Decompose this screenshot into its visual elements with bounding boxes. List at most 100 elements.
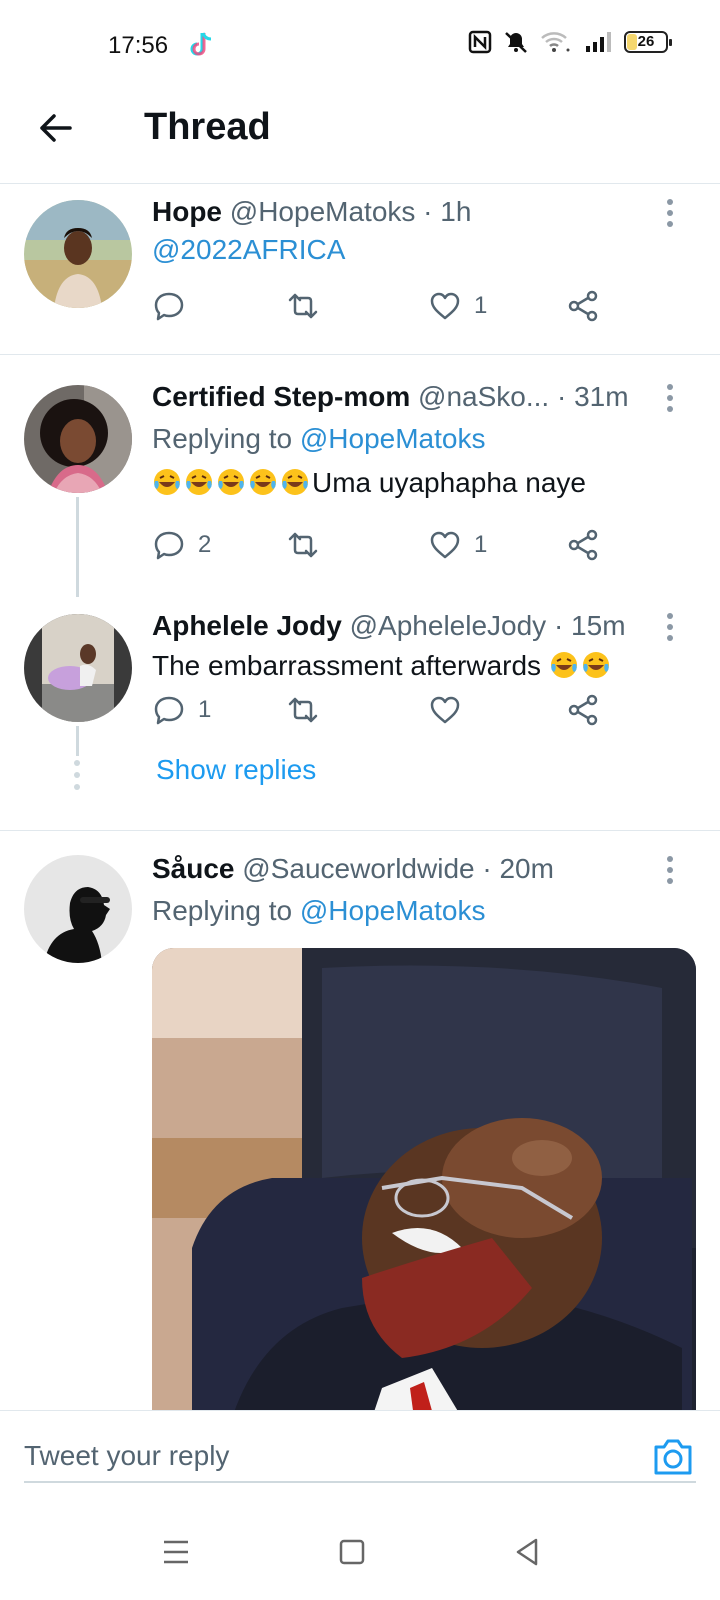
laughing-emoji-icon [550, 652, 577, 678]
share-icon [568, 694, 598, 726]
page-title: Thread [144, 106, 271, 148]
home-icon[interactable] [332, 1532, 372, 1572]
tweet-certified-step-mom[interactable]: Certified Step-mom @naSko... · 31m Reply… [0, 355, 720, 597]
retweet-icon [288, 697, 318, 723]
share-button[interactable] [566, 690, 600, 730]
tweet-header: Certified Step-mom @naSko... · 31m [152, 381, 650, 413]
mention-link[interactable]: @2022AFRICA [152, 234, 345, 266]
more-options-icon[interactable] [666, 383, 674, 413]
laughing-emoji-icon [582, 652, 609, 678]
wifi-icon [541, 32, 570, 52]
replying-to-label: Replying to [152, 423, 293, 454]
mute-icon [505, 32, 527, 53]
back-arrow-icon[interactable] [36, 108, 76, 148]
tweet-actions: 2 1 [152, 525, 622, 565]
nfc-icon [468, 30, 492, 54]
signal-icon [586, 32, 611, 52]
share-icon [568, 529, 598, 561]
display-name[interactable]: Certified Step-mom [152, 381, 410, 412]
handle[interactable]: @HopeMatoks [230, 196, 416, 227]
display-name[interactable]: Aphelele Jody [152, 610, 342, 641]
thread-connector [76, 726, 79, 756]
menu-icon[interactable] [156, 1532, 196, 1572]
reply-icon [154, 531, 184, 560]
reply-button[interactable]: 1 [152, 690, 211, 730]
replying-to: Replying to @HopeMatoks [152, 895, 485, 927]
thread-dots [73, 760, 81, 796]
replying-to-label: Replying to [152, 895, 293, 926]
tweet-text-body: Uma uyaphapha naye [312, 467, 586, 498]
display-name[interactable]: Såuce [152, 853, 235, 884]
display-name[interactable]: Hope [152, 196, 222, 227]
more-options-icon[interactable] [666, 198, 674, 228]
laughing-emoji-icon [282, 469, 308, 495]
handle[interactable]: @naSko... [418, 381, 549, 412]
like-button[interactable]: 1 [428, 286, 487, 326]
handle[interactable]: @Sauceworldwide [242, 853, 474, 884]
laughing-emoji-icon [218, 469, 244, 495]
handle[interactable]: @ApheleleJody [350, 610, 547, 641]
laughing-emoji-icon [250, 469, 276, 495]
tweet-actions: 1 [152, 286, 622, 326]
show-replies-link[interactable]: Show replies [156, 754, 316, 786]
retweet-icon [288, 532, 318, 558]
back-icon[interactable] [508, 1532, 548, 1572]
share-button[interactable] [566, 286, 600, 326]
tweet-header: Såuce @Sauceworldwide · 20m [152, 853, 650, 885]
reply-composer [0, 1410, 720, 1510]
tweet-aphelele-jody[interactable]: Aphelele Jody @ApheleleJody · 15m The em… [0, 598, 720, 790]
like-button[interactable]: 1 [428, 525, 487, 565]
status-time: 17:56 [108, 32, 169, 59]
tweet-text-body: The embarrassment afterwards [152, 650, 542, 681]
timestamp: · 31m [556, 381, 629, 412]
tweet-text: Uma uyaphapha naye [152, 467, 586, 499]
tweet-header: Hope @HopeMatoks · 1h [152, 196, 650, 228]
avatar[interactable] [24, 200, 132, 308]
tweet-hope[interactable]: Hope @HopeMatoks · 1h @2022AFRICA 1 [0, 184, 720, 354]
camera-icon[interactable] [650, 1433, 696, 1479]
replying-to-link[interactable]: @HopeMatoks [300, 895, 486, 926]
laughing-emoji-icon [186, 469, 212, 495]
battery-level: 26 [637, 33, 655, 50]
replying-to-link[interactable]: @HopeMatoks [300, 423, 486, 454]
tweet-sauce[interactable]: Såuce @Sauceworldwide · 20m Replying to … [0, 831, 720, 963]
reply-icon [154, 292, 184, 321]
status-bar: 17:56 26 [0, 0, 720, 90]
heart-icon [430, 292, 460, 320]
status-icons: 26 [468, 30, 672, 54]
avatar[interactable] [24, 614, 132, 722]
laughing-emoji-icon [154, 469, 180, 495]
battery-indicator: 26 [624, 31, 672, 53]
tweet-media-image[interactable] [152, 948, 696, 1418]
more-options-icon[interactable] [666, 612, 674, 642]
reply-count: 1 [198, 696, 212, 723]
reply-button[interactable] [152, 286, 198, 326]
system-nav-bar [0, 1510, 720, 1600]
timestamp: · 20m [482, 853, 554, 884]
heart-icon [430, 696, 460, 724]
more-options-icon[interactable] [666, 855, 674, 885]
share-icon [568, 290, 598, 322]
retweet-icon [288, 293, 318, 319]
share-button[interactable] [566, 525, 600, 565]
timestamp: · 15m [553, 610, 626, 641]
reply-icon [154, 696, 184, 725]
app-header: Thread [0, 90, 720, 184]
tiktok-icon [190, 32, 212, 56]
heart-icon [430, 531, 460, 559]
avatar[interactable] [24, 855, 132, 963]
tweet-actions: 1 [152, 690, 622, 730]
battery-fill [627, 34, 638, 50]
tweet-reply-input[interactable] [24, 1431, 696, 1483]
timestamp: · 1h [423, 196, 472, 227]
retweet-button[interactable] [286, 525, 320, 565]
avatar[interactable] [24, 385, 132, 493]
like-button[interactable] [428, 690, 462, 730]
retweet-button[interactable] [286, 286, 320, 326]
thread-connector [76, 497, 79, 597]
retweet-button[interactable] [286, 690, 320, 730]
tweet-text: The embarrassment afterwards [152, 650, 613, 682]
reply-button[interactable]: 2 [152, 525, 211, 565]
like-count: 1 [474, 292, 488, 319]
tweet-header: Aphelele Jody @ApheleleJody · 15m [152, 610, 650, 642]
